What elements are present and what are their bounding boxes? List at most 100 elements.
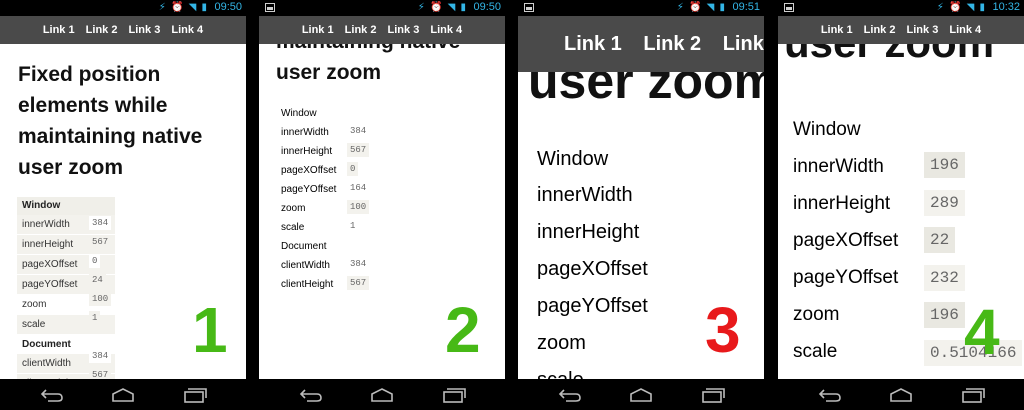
value-scale: 1 [89, 311, 101, 325]
browser-content[interactable]: user zoom Link 1 Link 2 Link 3 Link 4 Wi… [778, 16, 1024, 379]
value-clientWidth: 384 [89, 349, 112, 363]
row-pageXOffset: pageXOffset [528, 251, 693, 288]
status-bar: ⚡ ⏰ ◥ ▮ 09:50 [259, 0, 505, 16]
nav-link-3[interactable]: Link 3 [907, 16, 939, 44]
back-icon[interactable] [40, 387, 64, 403]
status-bar: ⚡ ⏰ ◥ ▮ 09:50 [0, 0, 246, 16]
fixed-navbar: Link 1 Link 2 Link 3 Link 4 [0, 16, 246, 44]
row-pageYOffset: pageYOffset [537, 295, 648, 317]
value-clientHeight: 567 [89, 368, 112, 379]
status-icons: ⚡ ⏰ ◥ ▮ [158, 2, 208, 13]
row-pageYOffset: pageYOffset [793, 267, 899, 288]
back-icon[interactable] [818, 387, 842, 403]
value-zoom: 100 [347, 200, 370, 214]
recents-icon[interactable] [442, 387, 466, 403]
phone-screenshot-4: ⚡ ⏰ ◥ ▮ 10:32 user zoom Link 1 Link 2 Li… [778, 0, 1024, 410]
status-icons: ⚡ ⏰ ◥ ▮ [936, 2, 986, 13]
recents-icon[interactable] [961, 387, 985, 403]
row-innerHeight: innerHeight [537, 221, 640, 243]
screenshot-number-1: 1 [192, 294, 228, 366]
value-innerWidth: 196 [924, 152, 965, 178]
value-pageXOffset: 0 [347, 162, 359, 176]
status-icons: ⚡ ⏰ ◥ ▮ [676, 2, 726, 13]
status-time: 10:32 [992, 1, 1020, 13]
value-clientWidth: 384 [347, 257, 370, 271]
window-info-table: Window innerWidth innerHeight pageXOffse… [528, 141, 693, 379]
nav-link-4[interactable]: Link 4 [430, 16, 462, 44]
back-icon[interactable] [299, 387, 323, 403]
section-window: Window [281, 108, 317, 119]
row-pageXOffset: pageXOffset [793, 230, 899, 251]
home-icon[interactable] [370, 387, 394, 403]
row-innerHeight: innerHeight [793, 193, 891, 214]
page-title-visible-line: user zoom [276, 61, 382, 84]
image-thumbnail-icon [524, 3, 534, 12]
page-title: Fixed position elements while maintainin… [18, 63, 203, 179]
row-zoom: zoom [528, 325, 693, 362]
value-scale: 1 [347, 219, 359, 233]
home-icon[interactable] [629, 387, 653, 403]
value-pageXOffset: 0 [89, 254, 101, 268]
value-clientHeight: 567 [347, 276, 370, 290]
browser-content[interactable]: Link 1 Link 2 Link 3 Link 4 Fixed positi… [0, 16, 246, 379]
status-time: 09:51 [732, 1, 760, 13]
section-window: Window [793, 119, 861, 140]
value-zoom: 100 [89, 292, 112, 306]
section-window: Window [17, 197, 115, 215]
android-nav-bar [259, 379, 505, 410]
section-document: Document [276, 237, 372, 256]
nav-link-2[interactable]: Link 2 [345, 16, 377, 44]
nav-link-4[interactable]: Link 4 [171, 16, 203, 44]
home-icon[interactable] [111, 387, 135, 403]
fixed-navbar: Link 1 Link 2 Link 3 Link 4 [778, 16, 1024, 44]
status-icons: ⚡ ⏰ ◥ ▮ [417, 2, 467, 13]
image-thumbnail-icon [265, 3, 275, 12]
nav-link-3[interactable]: Link 3 [723, 16, 764, 72]
phone-screenshot-3: ⚡ ⏰ ◥ ▮ 09:51 Link 1 Link 2 Link 3 Link … [518, 0, 764, 410]
android-nav-bar [778, 379, 1024, 410]
value-zoom: 196 [924, 302, 965, 328]
value-innerHeight: 567 [347, 143, 370, 157]
recents-icon[interactable] [701, 387, 725, 403]
nav-link-3[interactable]: Link 3 [129, 16, 161, 44]
phone-screenshot-2: ⚡ ⏰ ◥ ▮ 09:50 Link 1 Link 2 Link 3 Link … [259, 0, 505, 410]
status-bar: ⚡ ⏰ ◥ ▮ 10:32 [778, 0, 1024, 16]
nav-link-2[interactable]: Link 2 [86, 16, 118, 44]
phone-screenshot-1: ⚡ ⏰ ◥ ▮ 09:50 Link 1 Link 2 Link 3 Link … [0, 0, 246, 410]
browser-content[interactable]: Link 1 Link 2 Link 3 Link 4 user zoom Wi… [518, 16, 764, 379]
home-icon[interactable] [889, 387, 913, 403]
nav-link-2[interactable]: Link 2 [864, 16, 896, 44]
nav-link-1[interactable]: Link 1 [564, 16, 622, 72]
value-pageYOffset: 232 [924, 265, 965, 291]
android-nav-bar [0, 379, 246, 410]
value-pageXOffset: 22 [924, 227, 956, 253]
value-innerWidth: 384 [89, 216, 112, 230]
row-scale: scale [528, 362, 693, 379]
browser-content[interactable]: Link 1 Link 2 Link 3 Link 4 maintaining … [259, 16, 505, 379]
back-icon[interactable] [558, 387, 582, 403]
fixed-navbar: Link 1 Link 2 Link 3 Link 4 [259, 16, 505, 44]
nav-link-1[interactable]: Link 1 [302, 16, 334, 44]
recents-icon[interactable] [183, 387, 207, 403]
image-thumbnail-icon [784, 3, 794, 12]
nav-link-3[interactable]: Link 3 [388, 16, 420, 44]
value-innerHeight: 289 [924, 190, 965, 216]
status-bar: ⚡ ⏰ ◥ ▮ 09:51 [518, 0, 764, 16]
screenshot-number-3: 3 [705, 294, 741, 366]
row-innerWidth: innerWidth [528, 177, 693, 214]
fixed-navbar: Link 1 Link 2 Link 3 Link 4 [518, 16, 764, 72]
value-innerWidth: 384 [347, 124, 370, 138]
value-innerHeight: 567 [89, 235, 112, 249]
android-nav-bar [518, 379, 764, 410]
status-time: 09:50 [214, 1, 242, 13]
nav-link-4[interactable]: Link 4 [949, 16, 981, 44]
nav-link-2[interactable]: Link 2 [643, 16, 701, 72]
nav-link-1[interactable]: Link 1 [43, 16, 75, 44]
nav-link-1[interactable]: Link 1 [821, 16, 853, 44]
screenshot-number-4: 4 [964, 296, 1000, 368]
section-window: Window [537, 148, 609, 170]
row-innerWidth: innerWidth [793, 156, 884, 177]
value-pageYOffset: 164 [347, 181, 370, 195]
value-pageYOffset: 24 [89, 273, 106, 287]
status-time: 09:50 [473, 1, 501, 13]
